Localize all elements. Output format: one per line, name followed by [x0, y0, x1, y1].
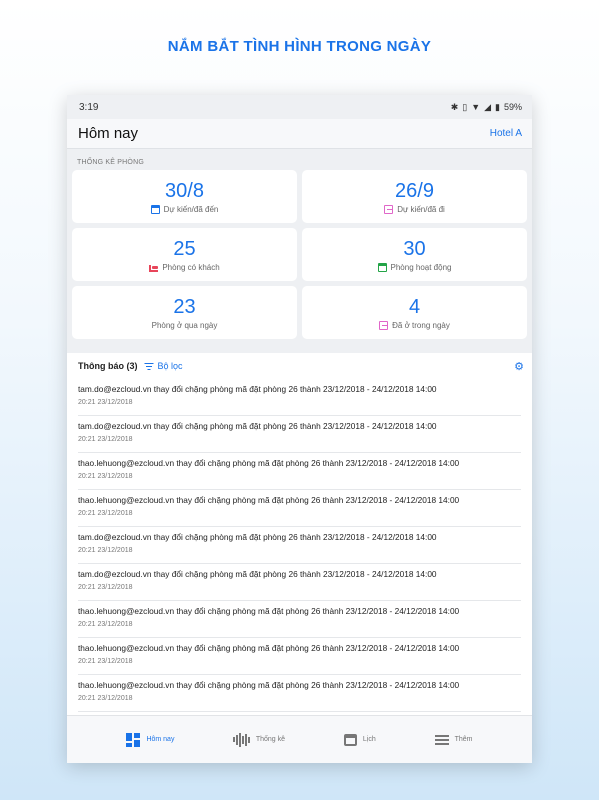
- status-icons: ✱ ▯ ▼ ◢ ▮ 59%: [451, 102, 522, 113]
- nav-label: Thêm: [454, 736, 473, 743]
- stat-value: 23: [173, 295, 196, 318]
- notification-message: thao.lehuong@ezcloud.vn thay đổi chặng p…: [78, 606, 460, 616]
- notification-time: 20:21 23/12/2018: [78, 658, 133, 665]
- checkout-icon: [384, 204, 394, 214]
- stat-card-occupied[interactable]: 25 Phòng có khách: [72, 228, 297, 281]
- stat-card-overnight[interactable]: 23 Phòng ở qua ngày: [72, 286, 297, 339]
- stat-card-dayuse[interactable]: 4 Đã ở trong ngày: [302, 286, 527, 339]
- calendar-icon: [150, 204, 160, 214]
- stat-value: 30: [403, 237, 426, 260]
- notification-list: tam.do@ezcloud.vn thay đổi chặng phòng m…: [67, 379, 532, 712]
- nav-label: Hôm nay: [146, 736, 175, 743]
- stat-label: Dự kiến/đã đi: [397, 204, 445, 214]
- notifications-title: Thông báo (3): [78, 361, 138, 371]
- notification-time: 20:21 23/12/2018: [78, 436, 133, 443]
- list-item[interactable]: thao.lehuong@ezcloud.vn thay đổi chặng p…: [78, 675, 521, 712]
- app-bar: Hôm nay Hotel A: [67, 119, 532, 149]
- wifi-icon: ▼: [471, 102, 481, 112]
- list-item[interactable]: thao.lehuong@ezcloud.vn thay đổi chặng p…: [78, 601, 521, 638]
- stat-label: Phòng có khách: [162, 262, 220, 272]
- list-item[interactable]: thao.lehuong@ezcloud.vn thay đổi chặng p…: [78, 453, 521, 490]
- signal-icon: ◢: [484, 101, 492, 112]
- nav-more[interactable]: Thêm: [434, 732, 473, 747]
- list-item[interactable]: tam.do@ezcloud.vn thay đổi chặng phòng m…: [78, 416, 521, 453]
- filter-icon[interactable]: [144, 362, 154, 370]
- page-title: Hôm nay: [78, 125, 139, 142]
- stat-label: Phòng ở qua ngày: [151, 320, 218, 330]
- list-item[interactable]: tam.do@ezcloud.vn thay đổi chặng phòng m…: [78, 527, 521, 564]
- battery-icon: ▮: [495, 101, 500, 112]
- list-item[interactable]: thao.lehuong@ezcloud.vn thay đổi chặng p…: [78, 638, 521, 675]
- list-item[interactable]: tam.do@ezcloud.vn thay đổi chặng phòng m…: [78, 564, 521, 601]
- bed-icon: [149, 263, 159, 272]
- stat-value: 4: [408, 295, 421, 318]
- nav-today[interactable]: Hôm nay: [126, 732, 175, 747]
- checkout-icon: [379, 320, 389, 330]
- dashboard-icon: [126, 732, 141, 747]
- stat-card-departures[interactable]: 26/9 Dự kiến/đã đi: [302, 170, 527, 223]
- list-item[interactable]: tam.do@ezcloud.vn thay đổi chặng phòng m…: [78, 379, 521, 416]
- list-item[interactable]: thao.lehuong@ezcloud.vn thay đổi chặng p…: [78, 490, 521, 527]
- notification-message: thao.lehuong@ezcloud.vn thay đổi chặng p…: [78, 643, 460, 653]
- stat-value: 25: [173, 237, 196, 260]
- notification-time: 20:21 23/12/2018: [78, 547, 133, 554]
- device-screen: 3:19 ✱ ▯ ▼ ◢ ▮ 59% Hôm nay Hotel A THỐNG…: [67, 95, 532, 763]
- notification-time: 20:21 23/12/2018: [78, 584, 133, 591]
- status-bar: 3:19 ✱ ▯ ▼ ◢ ▮ 59%: [67, 95, 532, 119]
- stat-value: 30/8: [165, 179, 204, 202]
- notification-time: 20:21 23/12/2018: [78, 621, 133, 628]
- vibrate-icon: ▯: [462, 101, 468, 112]
- notification-time: 20:21 23/12/2018: [78, 695, 133, 702]
- notification-message: tam.do@ezcloud.vn thay đổi chặng phòng m…: [78, 532, 437, 542]
- notification-message: tam.do@ezcloud.vn thay đổi chặng phòng m…: [78, 384, 437, 394]
- menu-icon: [434, 732, 449, 747]
- nav-label: Thống kê: [255, 736, 286, 743]
- notification-message: thao.lehuong@ezcloud.vn thay đổi chặng p…: [78, 495, 460, 505]
- bluetooth-icon: ✱: [450, 101, 459, 112]
- nav-calendar[interactable]: Lịch: [343, 733, 376, 746]
- room-stats-grid: 30/8 Dự kiến/đã đến 26/9 Dự kiến/đã đi 2…: [67, 170, 532, 339]
- calendar-check-icon: [377, 262, 387, 272]
- notification-message: tam.do@ezcloud.vn thay đổi chặng phòng m…: [78, 569, 437, 579]
- stat-label: Phòng hoạt động: [390, 262, 452, 272]
- notification-message: thao.lehuong@ezcloud.vn thay đổi chặng p…: [78, 680, 460, 690]
- battery-level: 59%: [503, 102, 522, 112]
- notifications-header: Thông báo (3) Bộ lọc ⚙: [67, 353, 532, 379]
- notification-time: 20:21 23/12/2018: [78, 510, 133, 517]
- notification-message: tam.do@ezcloud.vn thay đổi chặng phòng m…: [78, 421, 437, 431]
- hotel-selector[interactable]: Hotel A: [490, 128, 522, 139]
- status-time: 3:19: [79, 101, 99, 113]
- stat-label: Dự kiến/đã đến: [163, 204, 219, 214]
- bottom-nav: Hôm nay Thống kê Lịch Thêm: [67, 715, 532, 763]
- notification-time: 20:21 23/12/2018: [78, 473, 133, 480]
- stat-value: 26/9: [395, 179, 434, 202]
- waveform-icon: [233, 732, 250, 747]
- promo-headline: NẮM BẮT TÌNH HÌNH TRONG NGÀY: [167, 38, 432, 55]
- notification-message: thao.lehuong@ezcloud.vn thay đổi chặng p…: [78, 458, 460, 468]
- notifications-panel: Thông báo (3) Bộ lọc ⚙ tam.do@ezcloud.vn…: [67, 353, 532, 715]
- nav-label: Lịch: [362, 736, 376, 743]
- nav-statistics[interactable]: Thống kê: [233, 732, 286, 747]
- calendar-icon: [343, 733, 357, 746]
- stat-card-active[interactable]: 30 Phòng hoạt động: [302, 228, 527, 281]
- gear-icon[interactable]: ⚙: [514, 360, 524, 373]
- room-stats-label: THỐNG KÊ PHÒNG: [77, 159, 144, 166]
- filter-button[interactable]: Bộ lọc: [158, 361, 183, 371]
- stat-label: Đã ở trong ngày: [392, 320, 450, 330]
- notification-time: 20:21 23/12/2018: [78, 399, 133, 406]
- stat-card-arrivals[interactable]: 30/8 Dự kiến/đã đến: [72, 170, 297, 223]
